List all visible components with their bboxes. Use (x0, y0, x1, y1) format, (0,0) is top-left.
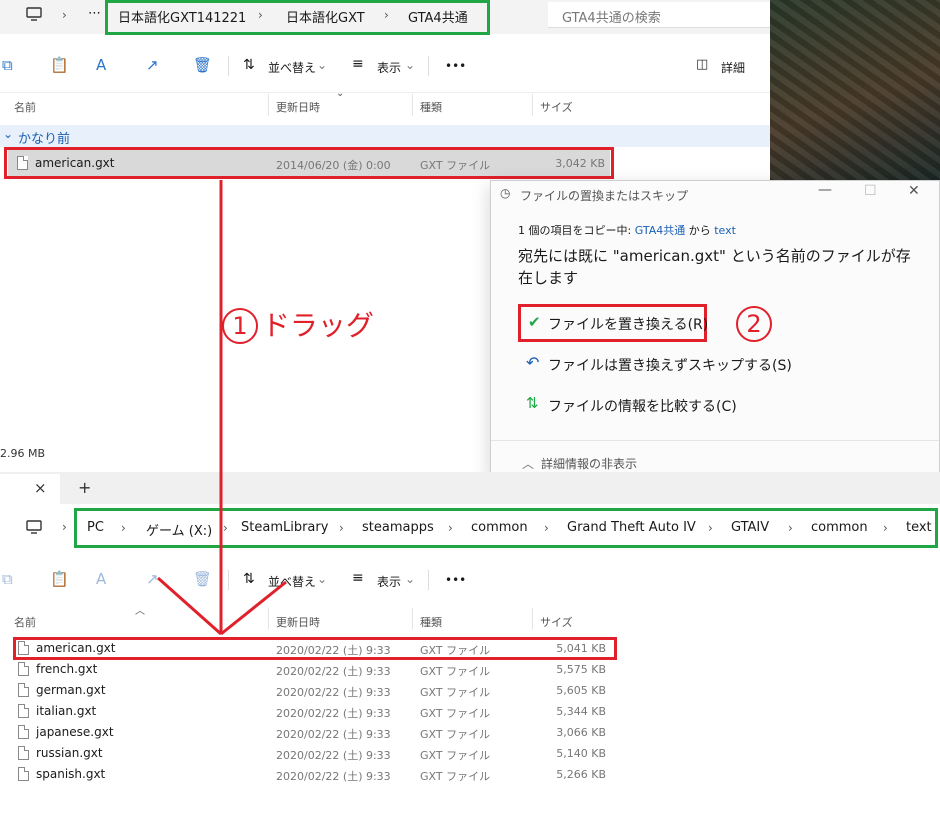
step-1-label: ドラッグ (261, 309, 374, 342)
step-1-number: 1 (222, 308, 258, 344)
step-2-number: 2 (736, 306, 772, 342)
drag-arrow (157, 180, 287, 636)
step-2-annotation: 2 (736, 306, 772, 342)
step-1-annotation: 1 ドラッグ (222, 308, 374, 344)
